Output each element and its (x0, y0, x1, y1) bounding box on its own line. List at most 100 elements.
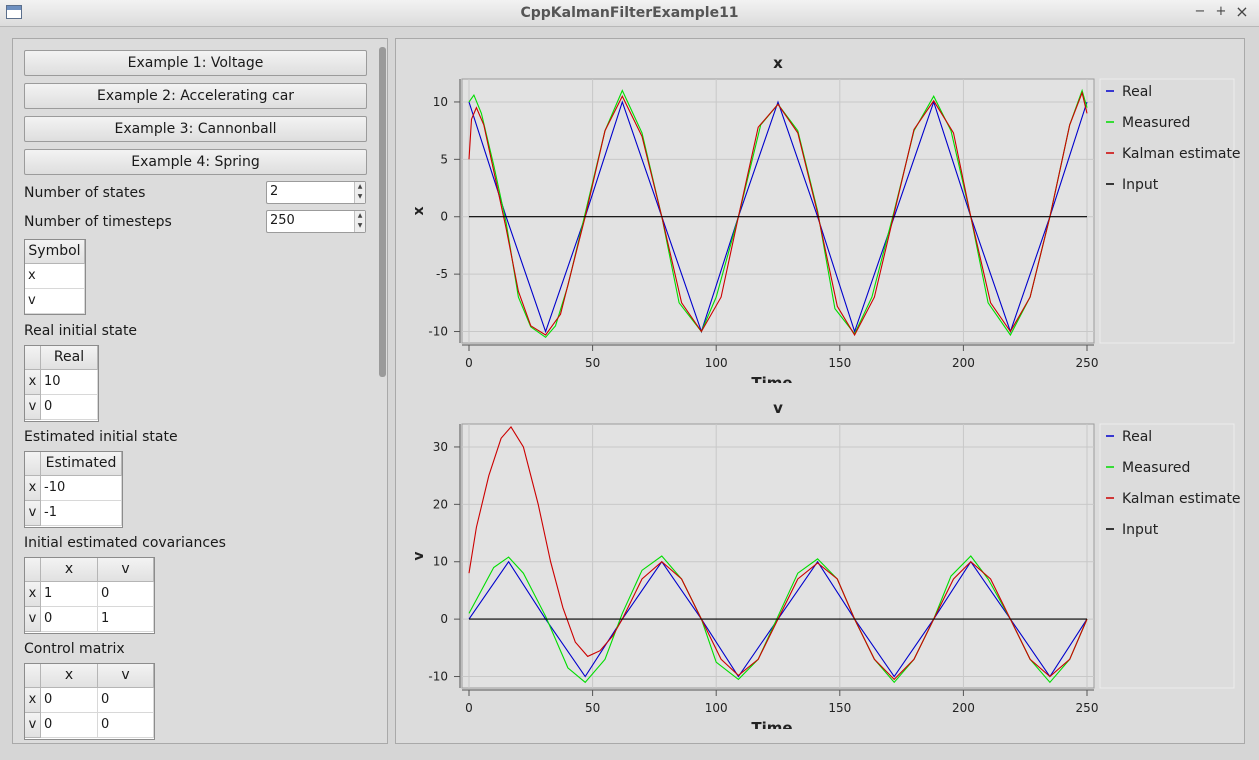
corner-header (25, 558, 41, 582)
y-tick-label: 30 (433, 440, 448, 454)
legend-entry: Input (1122, 177, 1159, 193)
y-tick-label: 0 (440, 210, 448, 224)
title-bar: CppKalmanFilterExample11 − + × (0, 0, 1259, 27)
legend-entry: Real (1122, 429, 1152, 445)
corner-header (25, 346, 41, 370)
initial-covariances-table[interactable]: x v x 1 0 v 0 1 (24, 557, 155, 634)
corner-header (25, 664, 41, 688)
estimated-initial-state-table[interactable]: Estimated x -10 v -1 (24, 451, 123, 528)
column-header[interactable]: v (98, 558, 154, 582)
x-tick-label: 0 (465, 701, 473, 715)
x-tick-label: 150 (828, 701, 851, 715)
number-of-states-value: 2 (270, 184, 279, 199)
y-tick-label: 0 (440, 612, 448, 626)
x-plot: x 0 50 100 150 200 250 -10 -5 0 5 10 Time x Real Measur… (411, 54, 1241, 383)
v-plot: v 0 50 100 150 200 250 -10 0 10 20 30 Time v Real Measu… (411, 399, 1241, 729)
x-axis-label: Time (751, 374, 792, 383)
control-matrix-label: Control matrix (24, 641, 125, 657)
table-cell[interactable]: 1 (41, 582, 98, 607)
row-header[interactable]: v (25, 713, 41, 738)
legend-entry: Input (1122, 522, 1159, 538)
plots-panel: x 0 50 100 150 200 250 -10 -5 0 5 10 Time x Real Measur… (395, 38, 1245, 744)
real-initial-state-label: Real initial state (24, 323, 138, 339)
table-cell[interactable]: -1 (41, 501, 122, 526)
x-tick-label: 100 (705, 356, 728, 370)
y-tick-label: -10 (428, 325, 448, 339)
number-of-timesteps-value: 250 (270, 213, 295, 228)
maximize-button[interactable]: + (1212, 3, 1230, 21)
y-tick-label: -5 (436, 267, 448, 281)
row-header[interactable]: x (25, 582, 41, 607)
settings-panel: Example 1: Voltage Example 2: Accelerati… (12, 38, 388, 744)
x-tick-label: 250 (1076, 356, 1099, 370)
y-axis-label: v (411, 551, 427, 560)
x-tick-label: 50 (585, 356, 600, 370)
table-cell[interactable]: 0 (98, 688, 154, 713)
example-3-cannonball-button[interactable]: Example 3: Cannonball (24, 116, 367, 142)
y-tick-label: 5 (440, 152, 448, 166)
close-button[interactable]: × (1233, 3, 1251, 21)
symbol-table[interactable]: Symbol x v (24, 239, 86, 315)
minimize-button[interactable]: − (1191, 3, 1209, 21)
table-cell[interactable]: 10 (41, 370, 98, 395)
row-header[interactable]: v (25, 607, 41, 632)
table-cell[interactable]: 0 (41, 688, 98, 713)
column-header[interactable]: x (41, 664, 98, 688)
example-4-spring-button[interactable]: Example 4: Spring (24, 149, 367, 175)
plot-canvas (461, 423, 1095, 689)
table-cell[interactable]: 1 (98, 607, 154, 632)
column-header[interactable]: v (98, 664, 154, 688)
table-cell[interactable]: 0 (98, 713, 154, 738)
legend-entry: Real (1122, 84, 1152, 100)
x-axis-label: Time (751, 719, 792, 729)
plot-canvas (461, 78, 1095, 344)
row-header[interactable]: v (25, 395, 41, 420)
table-cell[interactable]: 0 (41, 395, 98, 420)
y-tick-label: 10 (433, 95, 448, 109)
column-header[interactable]: x (41, 558, 98, 582)
legend-entry: Kalman estimate (1122, 146, 1241, 162)
window-title: CppKalmanFilterExample11 (520, 5, 739, 21)
x-tick-label: 0 (465, 356, 473, 370)
table-cell[interactable]: 0 (98, 582, 154, 607)
y-tick-label: 10 (433, 555, 448, 569)
real-column-header[interactable]: Real (41, 346, 98, 370)
legend-entry: Measured (1122, 115, 1190, 131)
x-tick-label: 200 (952, 356, 975, 370)
plot-title: v (773, 399, 783, 417)
control-matrix-table[interactable]: x v x 0 0 v 0 0 (24, 663, 155, 740)
table-cell[interactable]: 0 (41, 713, 98, 738)
y-tick-label: 20 (433, 497, 448, 511)
estimated-column-header[interactable]: Estimated (41, 452, 122, 476)
symbol-column-header[interactable]: Symbol (25, 240, 85, 264)
spin-arrows-icon[interactable]: ▲ ▼ (354, 211, 365, 232)
symbol-cell[interactable]: v (25, 289, 85, 314)
row-header[interactable]: x (25, 370, 41, 395)
example-1-voltage-button[interactable]: Example 1: Voltage (24, 50, 367, 76)
x-tick-label: 200 (952, 701, 975, 715)
row-header[interactable]: x (25, 688, 41, 713)
initial-covariances-label: Initial estimated covariances (24, 535, 226, 551)
x-tick-label: 250 (1076, 701, 1099, 715)
y-axis-label: x (411, 206, 427, 215)
estimated-initial-state-label: Estimated initial state (24, 429, 178, 445)
x-tick-label: 50 (585, 701, 600, 715)
table-cell[interactable]: 0 (41, 607, 98, 632)
settings-scrollbar[interactable] (379, 47, 386, 377)
table-cell[interactable]: -10 (41, 476, 122, 501)
plot-title: x (773, 54, 783, 72)
legend-entry: Kalman estimate (1122, 491, 1241, 507)
example-2-accelerating-car-button[interactable]: Example 2: Accelerating car (24, 83, 367, 109)
row-header[interactable]: x (25, 476, 41, 501)
number-of-states-spinbox[interactable]: 2 ▲ ▼ (266, 181, 366, 204)
number-of-states-label: Number of states (24, 185, 146, 201)
row-header[interactable]: v (25, 501, 41, 526)
x-tick-label: 150 (828, 356, 851, 370)
x-tick-label: 100 (705, 701, 728, 715)
symbol-cell[interactable]: x (25, 264, 85, 289)
corner-header (25, 452, 41, 476)
spin-arrows-icon[interactable]: ▲ ▼ (354, 182, 365, 203)
real-initial-state-table[interactable]: Real x 10 v 0 (24, 345, 99, 422)
y-tick-label: -10 (428, 670, 448, 684)
number-of-timesteps-spinbox[interactable]: 250 ▲ ▼ (266, 210, 366, 233)
